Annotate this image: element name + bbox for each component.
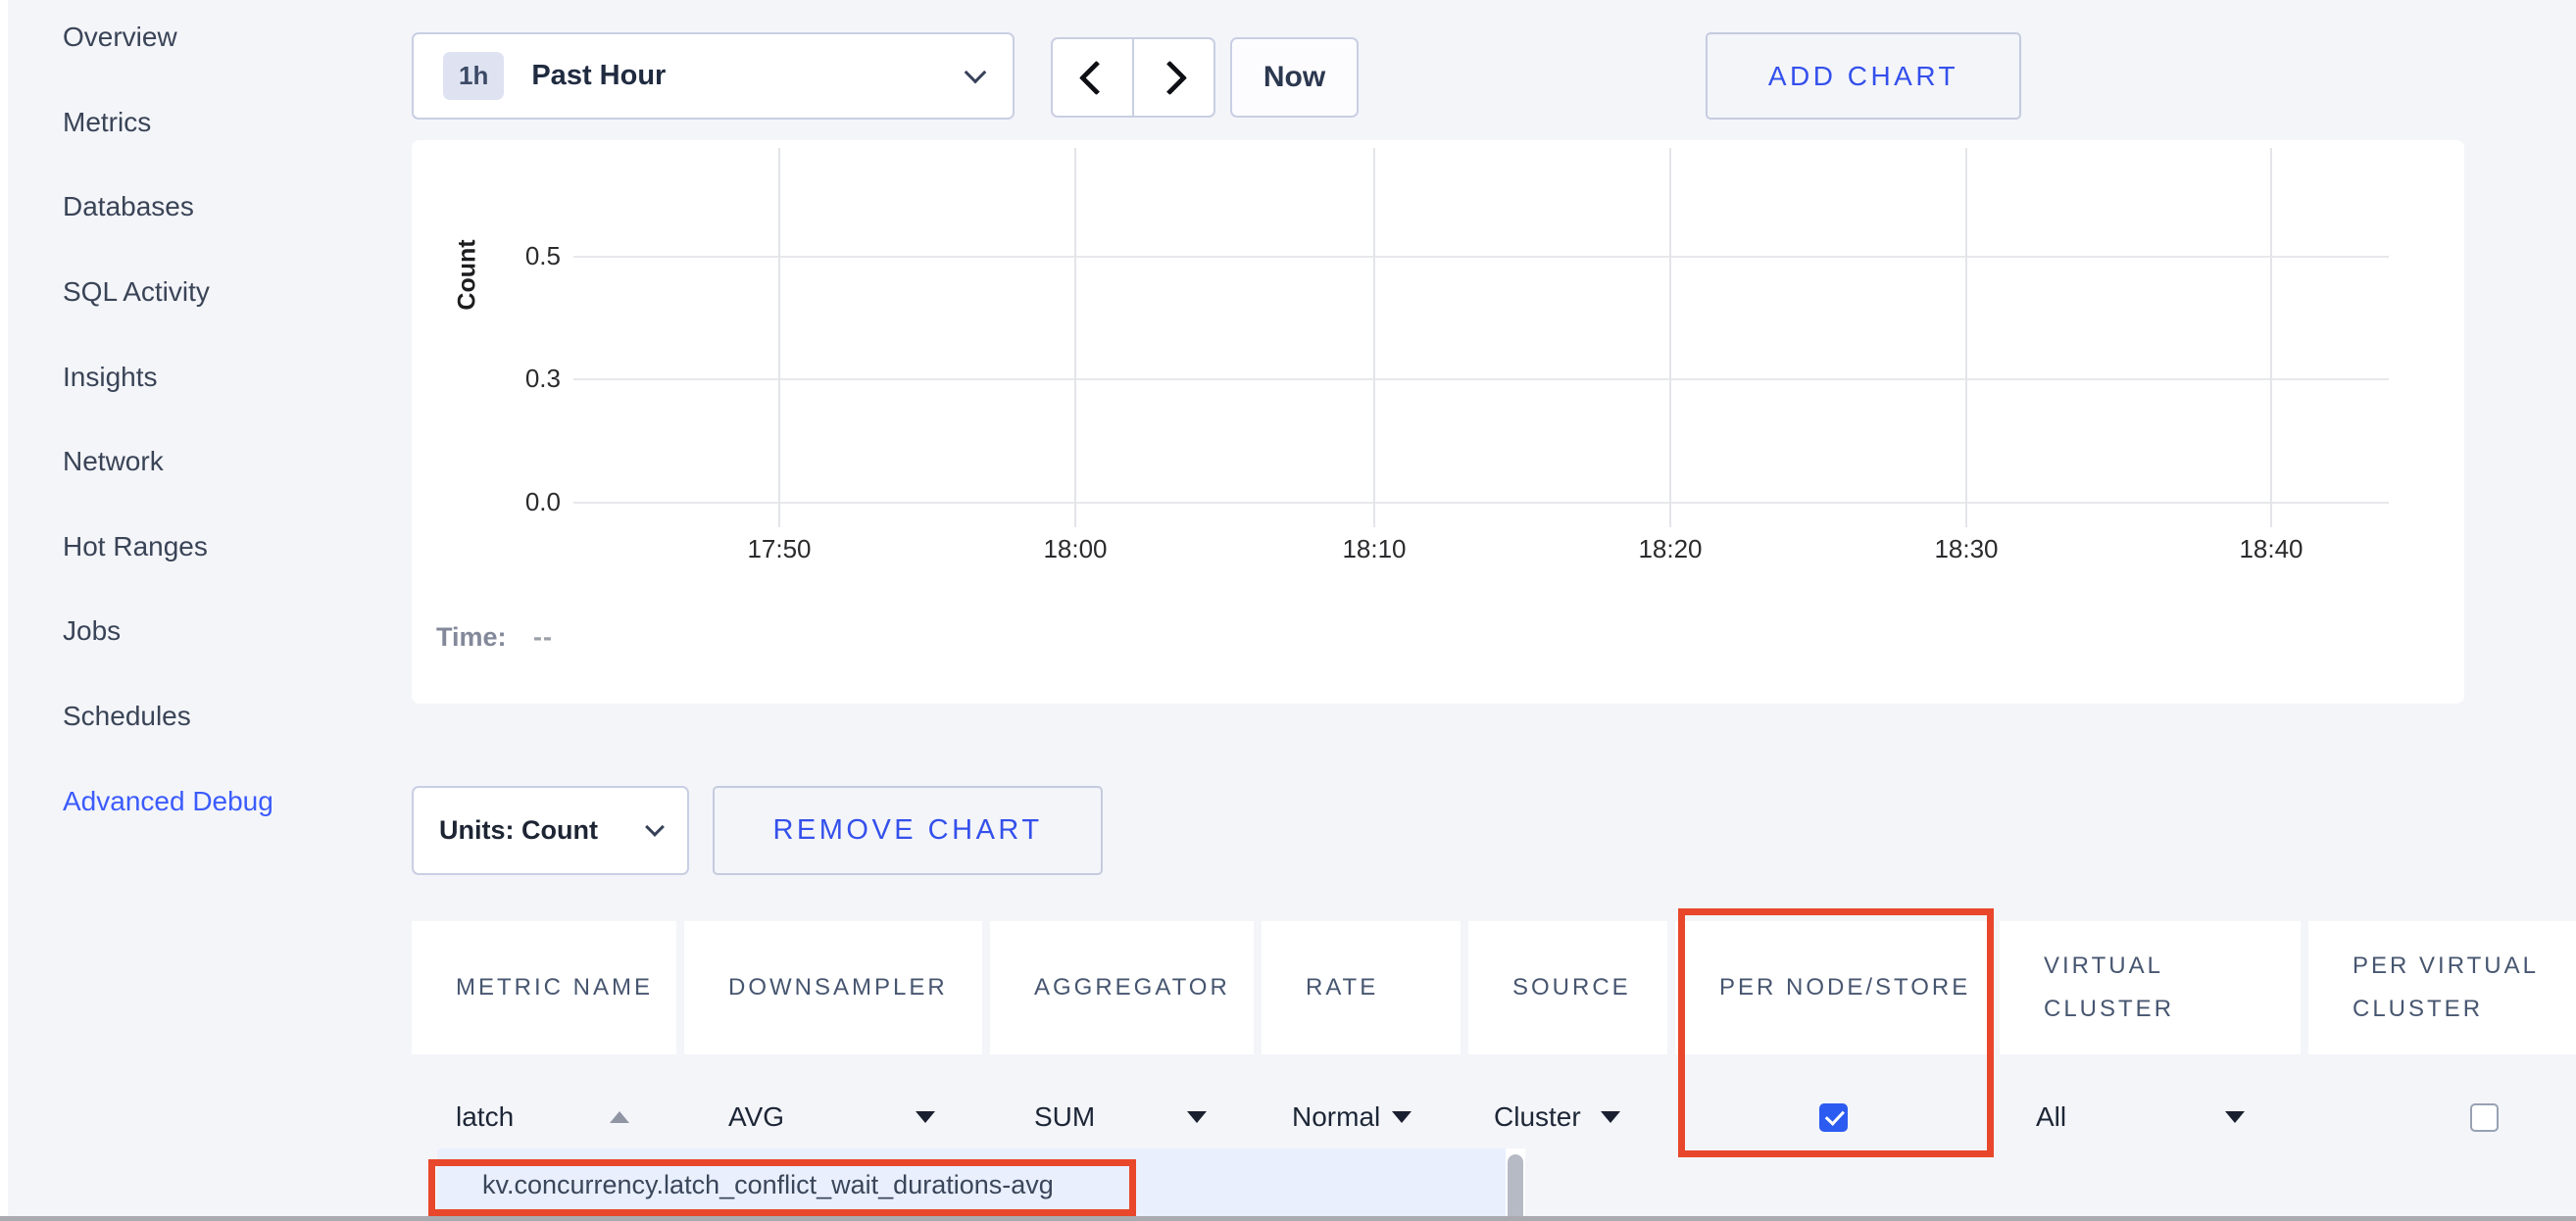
metric-name-input[interactable]: latch xyxy=(412,1076,676,1158)
gridline-v-1800 xyxy=(1074,148,1076,527)
x-tick-label: 18:10 xyxy=(1306,534,1443,564)
sidebar-item-sql-activity[interactable]: SQL Activity xyxy=(63,250,273,335)
bottom-edge-strip xyxy=(0,1216,2576,1221)
x-tick-label: 18:30 xyxy=(1898,534,2035,564)
gridline-h-03 xyxy=(573,378,2389,380)
sidebar-item-advanced-debug[interactable]: Advanced Debug xyxy=(63,758,273,844)
source-select[interactable]: Cluster xyxy=(1468,1076,1667,1158)
gridline-h-00 xyxy=(573,502,2389,504)
metric-table-header: METRIC NAME DOWNSAMPLER AGGREGATOR RATE … xyxy=(412,921,2576,1054)
triangle-down-icon xyxy=(1187,1111,1207,1123)
per-node-store-checkbox[interactable] xyxy=(1819,1103,1848,1132)
column-header-per-virtual-cluster: PER VIRTUAL CLUSTER xyxy=(2308,921,2576,1054)
chevron-right-icon xyxy=(1153,60,1187,94)
sidebar-item-databases[interactable]: Databases xyxy=(63,165,273,250)
metric-name-value: latch xyxy=(456,1101,514,1133)
checkmark-icon xyxy=(1825,1105,1845,1126)
x-tick-label: 18:40 xyxy=(2203,534,2340,564)
custom-chart-card[interactable]: Count 0.5 0.3 0.0 17:50 18:00 18:10 18:2… xyxy=(412,140,2464,704)
gridline-v-1830 xyxy=(1965,148,1967,527)
column-header-per-node-store: PER NODE/STORE xyxy=(1675,921,1992,1054)
downsampler-select[interactable]: AVG xyxy=(684,1076,982,1158)
metric-suggestion-item[interactable]: kv.concurrency.latch_conflict_wait_durat… xyxy=(482,1148,1054,1221)
gridline-v-1840 xyxy=(2270,148,2272,527)
column-header-source: SOURCE xyxy=(1468,921,1667,1054)
virtual-cluster-select[interactable]: All xyxy=(2000,1076,2301,1158)
sidebar-item-hot-ranges[interactable]: Hot Ranges xyxy=(63,505,273,590)
chevron-left-icon xyxy=(1079,60,1114,94)
advanced-debug-custom-chart-page: Overview Metrics Databases SQL Activity … xyxy=(0,0,2576,1221)
column-header-downsampler: DOWNSAMPLER xyxy=(684,921,982,1054)
time-value: -- xyxy=(533,622,553,652)
column-header-rate: RATE xyxy=(1262,921,1461,1054)
aggregator-value: SUM xyxy=(1034,1101,1095,1133)
gridline-v-1750 xyxy=(778,148,780,527)
sidebar-item-overview[interactable]: Overview xyxy=(63,0,273,80)
gridline-h-05 xyxy=(573,256,2389,258)
source-value: Cluster xyxy=(1494,1101,1581,1133)
x-tick-label: 18:20 xyxy=(1602,534,1739,564)
sidebar-item-metrics[interactable]: Metrics xyxy=(63,80,273,166)
chevron-down-icon xyxy=(645,817,665,837)
x-tick-label: 18:00 xyxy=(1007,534,1144,564)
sidebar-item-jobs[interactable]: Jobs xyxy=(63,589,273,674)
time-range-label: Past Hour xyxy=(531,60,666,92)
triangle-up-icon xyxy=(610,1111,629,1123)
time-label: Time: xyxy=(436,622,507,652)
sidebar: Overview Metrics Databases SQL Activity … xyxy=(63,0,273,844)
remove-chart-button[interactable]: REMOVE CHART xyxy=(713,786,1103,875)
rate-select[interactable]: Normal xyxy=(1262,1076,1461,1158)
y-axis-title: Count xyxy=(454,239,482,310)
units-dropdown[interactable]: Units: Count xyxy=(412,786,689,875)
aggregator-select[interactable]: SUM xyxy=(990,1076,1254,1158)
sidebar-item-schedules[interactable]: Schedules xyxy=(63,674,273,759)
metric-table-row: latch AVG SUM Normal Cluster All xyxy=(412,1076,2576,1158)
previous-range-button[interactable] xyxy=(1051,37,1134,118)
gridline-v-1810 xyxy=(1373,148,1375,527)
x-tick-label: 17:50 xyxy=(711,534,848,564)
add-chart-button[interactable]: ADD CHART xyxy=(1706,32,2021,120)
chevron-down-icon xyxy=(965,61,987,83)
units-dropdown-label: Units: Count xyxy=(439,815,598,846)
per-virtual-cluster-cell xyxy=(2308,1076,2576,1158)
time-range-arrows xyxy=(1051,37,1215,118)
per-node-store-cell xyxy=(1675,1076,1992,1158)
column-header-metric-name: METRIC NAME xyxy=(412,921,676,1054)
hover-time-readout: Time: -- xyxy=(436,622,553,653)
sidebar-item-insights[interactable]: Insights xyxy=(63,334,273,419)
now-button[interactable]: Now xyxy=(1230,37,1359,118)
metric-suggestion-panel: kv.concurrency.latch_conflict_wait_durat… xyxy=(437,1148,1506,1221)
triangle-down-icon xyxy=(1392,1111,1412,1123)
gridline-v-1820 xyxy=(1669,148,1671,527)
virtual-cluster-value: All xyxy=(2036,1101,2066,1133)
column-header-virtual-cluster: VIRTUAL CLUSTER xyxy=(2000,921,2301,1054)
time-range-dropdown[interactable]: 1h Past Hour xyxy=(412,32,1015,120)
suggestion-scrollbar-thumb[interactable] xyxy=(1508,1154,1523,1221)
sidebar-item-network[interactable]: Network xyxy=(63,419,273,505)
per-virtual-cluster-checkbox[interactable] xyxy=(2470,1103,2499,1132)
y-tick-label: 0.3 xyxy=(502,364,561,394)
triangle-down-icon xyxy=(916,1111,935,1123)
left-edge-strip xyxy=(0,0,8,1221)
column-header-aggregator: AGGREGATOR xyxy=(990,921,1254,1054)
downsampler-value: AVG xyxy=(728,1101,784,1133)
next-range-button[interactable] xyxy=(1132,37,1215,118)
rate-value: Normal xyxy=(1292,1101,1380,1133)
triangle-down-icon xyxy=(2225,1111,2245,1123)
y-tick-label: 0.0 xyxy=(502,487,561,517)
triangle-down-icon xyxy=(1601,1111,1620,1123)
time-range-badge: 1h xyxy=(443,52,504,100)
y-tick-label: 0.5 xyxy=(502,241,561,271)
